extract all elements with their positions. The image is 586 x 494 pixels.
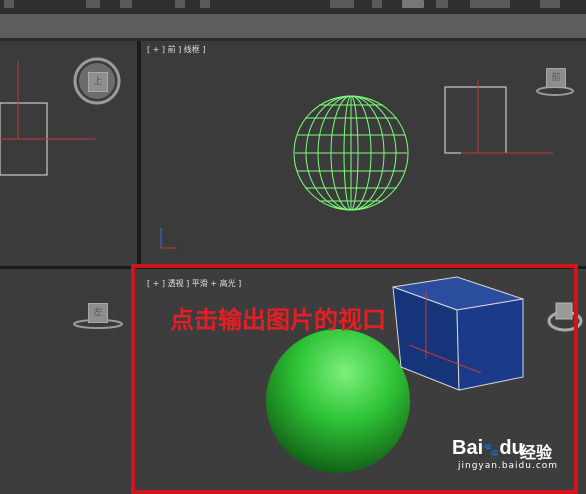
toolbar-button[interactable] (470, 0, 510, 8)
toolbar-button[interactable] (86, 0, 100, 8)
box-outline-front (444, 86, 507, 154)
viewport-left[interactable]: 左 (0, 269, 131, 478)
front-viewport-scene (160, 79, 574, 249)
toolbar-button[interactable] (402, 0, 424, 8)
viewcube-icon[interactable]: 左 (88, 303, 108, 323)
wireframe-sphere (293, 95, 409, 211)
viewport-top[interactable]: 上 (0, 41, 137, 266)
toolbar-button[interactable] (372, 0, 382, 8)
baidu-watermark: Bai🐾du 经验 jingyan.baidu.com (452, 433, 582, 473)
toolbar-button[interactable] (120, 0, 132, 8)
toolbar-button[interactable] (4, 0, 14, 8)
annotation-text: 点击输出图片的视口 (170, 306, 386, 334)
viewport-front[interactable]: [ + ] 前 ] 线框 ] 前 (141, 41, 586, 266)
watermark-brand: Bai🐾du (452, 437, 524, 459)
toolbar-button[interactable] (200, 0, 210, 8)
watermark-brand-cn: 经验 (520, 443, 553, 462)
viewcube-icon[interactable]: 前 (546, 68, 566, 88)
toolbar-button[interactable] (540, 0, 560, 8)
left-viewport-scene (73, 319, 123, 329)
viewcube-ring (536, 86, 574, 96)
top-viewport-scene (0, 57, 121, 176)
watermark-url: jingyan.baidu.com (458, 461, 559, 471)
ribbon-bar (0, 14, 586, 38)
main-toolbar (0, 0, 586, 15)
viewcube-icon[interactable]: 上 (88, 72, 108, 92)
toolbar-button[interactable] (330, 0, 354, 8)
toolbar-button[interactable] (436, 0, 448, 8)
toolbar-button[interactable] (175, 0, 185, 8)
